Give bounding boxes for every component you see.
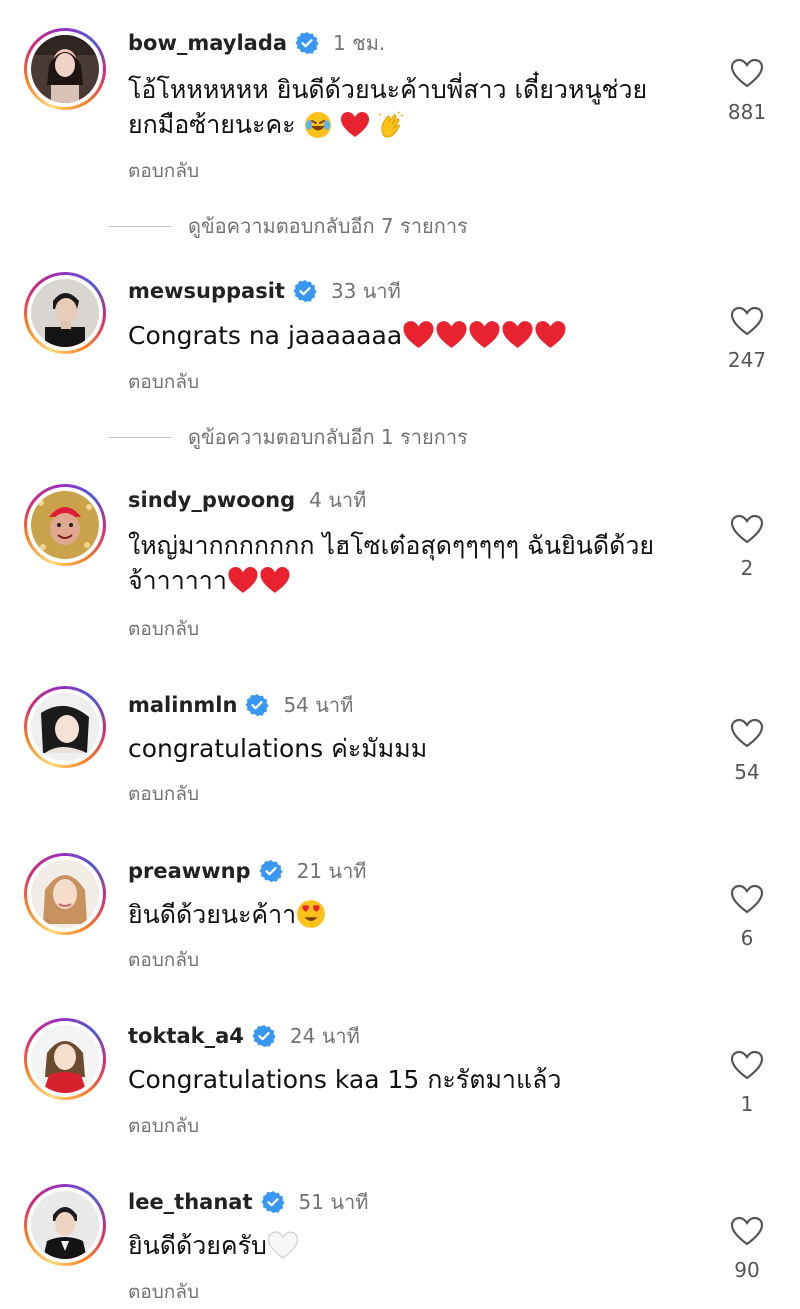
avatar[interactable] [24, 272, 106, 354]
avatar[interactable] [24, 686, 106, 768]
reply-button[interactable]: ตอบกลับ [128, 945, 199, 975]
reply-button[interactable]: ตอบกลับ [128, 156, 199, 186]
comment-text: ยินดีด้วยนะค้าา [128, 897, 688, 932]
timestamp: 24 นาที [289, 1024, 360, 1048]
like-count: 6 [740, 926, 754, 950]
verified-badge-icon [258, 860, 283, 882]
heart-eyes-emoji [297, 900, 326, 928]
heart-icon[interactable] [730, 58, 764, 88]
reply-button[interactable]: ตอบกลับ [128, 367, 199, 397]
clapping-hands-emoji [379, 111, 404, 138]
username[interactable]: bow_maylada [128, 31, 287, 55]
timestamp: 21 นาที [296, 859, 367, 883]
red-heart-emoji [469, 321, 500, 348]
white-heart-emoji [267, 1231, 299, 1259]
verified-badge-icon [260, 1191, 285, 1213]
username[interactable]: preawwnp [128, 859, 251, 883]
avatar[interactable] [24, 1184, 106, 1266]
like-count: 1 [740, 1092, 754, 1116]
avatar[interactable] [24, 853, 106, 935]
timestamp: 54 นาที [283, 693, 354, 717]
view-more-replies-button[interactable]: ดูข้อความตอบกลับอีก 7 รายการ [108, 210, 468, 242]
comment-text: Congratulations kaa 15 กะรัตมาแล้ว [128, 1065, 562, 1094]
username[interactable]: toktak_a4 [128, 1024, 244, 1048]
like-count: 90 [734, 1258, 760, 1282]
like-count: 2 [740, 556, 754, 580]
red-heart-emoji [260, 567, 290, 593]
comment-text: congratulations ค่ะมัมมม [128, 734, 428, 763]
comment-text: โอ้โหหหหหห ยินดีด้วยนะค้าบพี่สาว เดี๋ยวห… [128, 75, 648, 139]
reply-button[interactable]: ตอบกลับ [128, 1277, 199, 1307]
heart-icon[interactable] [730, 1050, 764, 1080]
divider [108, 225, 172, 227]
reply-button[interactable]: ตอบกลับ [128, 614, 199, 644]
reply-button[interactable]: ตอบกลับ [128, 1111, 199, 1141]
like-count: 247 [727, 348, 767, 372]
avatar[interactable] [24, 484, 106, 566]
verified-badge-icon [252, 1025, 276, 1047]
timestamp: 1 ชม. [333, 31, 386, 55]
verified-badge-icon [295, 32, 319, 54]
divider [108, 436, 172, 438]
red-heart-emoji [502, 321, 533, 348]
red-heart-emoji [403, 321, 434, 348]
heart-icon[interactable] [730, 514, 764, 544]
comment-text: Congrats na jaaaaaaa [128, 318, 688, 353]
verified-badge-icon [245, 694, 270, 716]
timestamp: 4 นาที [309, 488, 367, 512]
red-heart-emoji [436, 321, 467, 348]
reply-button[interactable]: ตอบกลับ [128, 779, 199, 809]
red-heart-emoji [228, 567, 258, 593]
comment-text: ยินดีด้วยครับ [128, 1228, 688, 1263]
red-heart-emoji [535, 321, 566, 348]
heart-icon[interactable] [730, 884, 764, 914]
username[interactable]: sindy_pwoong [128, 488, 295, 512]
verified-badge-icon [293, 280, 317, 302]
heart-icon[interactable] [730, 1216, 764, 1246]
timestamp: 51 นาที [298, 1190, 369, 1214]
like-count: 881 [727, 100, 767, 124]
username[interactable]: malinmln [128, 693, 237, 717]
like-count: 54 [734, 760, 760, 784]
red-heart-emoji [340, 112, 369, 137]
heart-icon[interactable] [730, 718, 764, 748]
username[interactable]: mewsuppasit [128, 279, 285, 303]
username[interactable]: lee_thanat [128, 1190, 253, 1214]
laughing-tears-emoji [304, 112, 331, 138]
avatar[interactable] [24, 28, 106, 110]
view-more-replies-button[interactable]: ดูข้อความตอบกลับอีก 1 รายการ [108, 421, 468, 453]
avatar[interactable] [24, 1018, 106, 1100]
timestamp: 33 นาที [330, 279, 401, 303]
comment-text: ใหญ่มากกกกกกก ไฮโซเต๋อสุดๆๆๆๆๆ ฉันยินดีด… [128, 531, 655, 595]
heart-icon[interactable] [730, 306, 764, 336]
